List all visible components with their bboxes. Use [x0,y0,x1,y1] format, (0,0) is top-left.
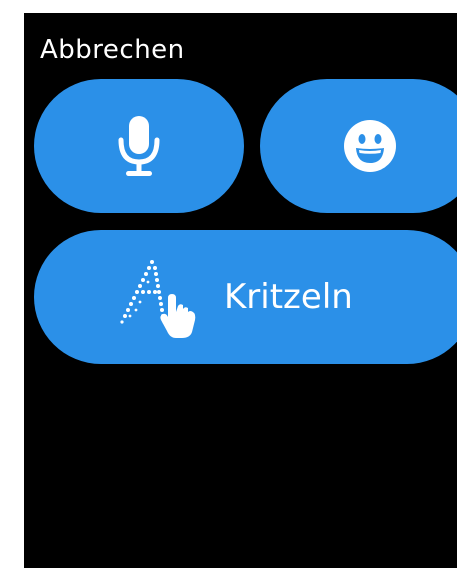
cancel-button[interactable]: Abbrechen [40,35,185,65]
smiley-face-icon [344,120,396,172]
watch-screen: Abbrechen Kritzeln [24,13,457,568]
dictation-button[interactable] [34,79,244,213]
scribble-content: Kritzeln [118,254,353,340]
scribble-letter-a-hand-icon [120,260,196,338]
microphone-icon [118,116,160,176]
scribble-button[interactable]: Kritzeln [34,230,457,364]
scribble-label: Kritzeln [224,277,353,317]
emoji-button[interactable] [260,79,457,213]
